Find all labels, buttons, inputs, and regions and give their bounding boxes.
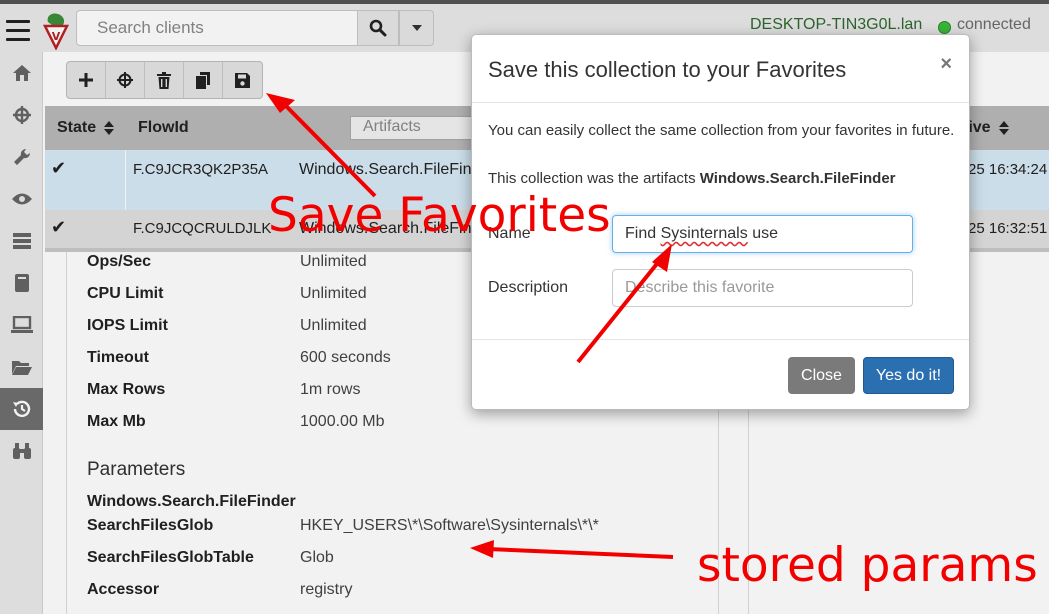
annotation-stored-params: stored params bbox=[697, 538, 1038, 593]
favorite-name-input[interactable]: Find Sysinternals use bbox=[612, 215, 913, 253]
close-button[interactable]: Close bbox=[788, 357, 855, 394]
close-icon[interactable]: × bbox=[940, 53, 952, 76]
confirm-save-button[interactable]: Yes do it! bbox=[863, 357, 954, 394]
description-label: Description bbox=[488, 279, 569, 296]
annotation-save-favorites: Save Favorites bbox=[268, 188, 611, 243]
dialog-title: Save this collection to your Favorites bbox=[488, 57, 847, 82]
dialog-intro-text: You can easily collect the same collecti… bbox=[488, 122, 955, 139]
favorite-description-input[interactable]: Describe this favorite bbox=[612, 269, 913, 307]
